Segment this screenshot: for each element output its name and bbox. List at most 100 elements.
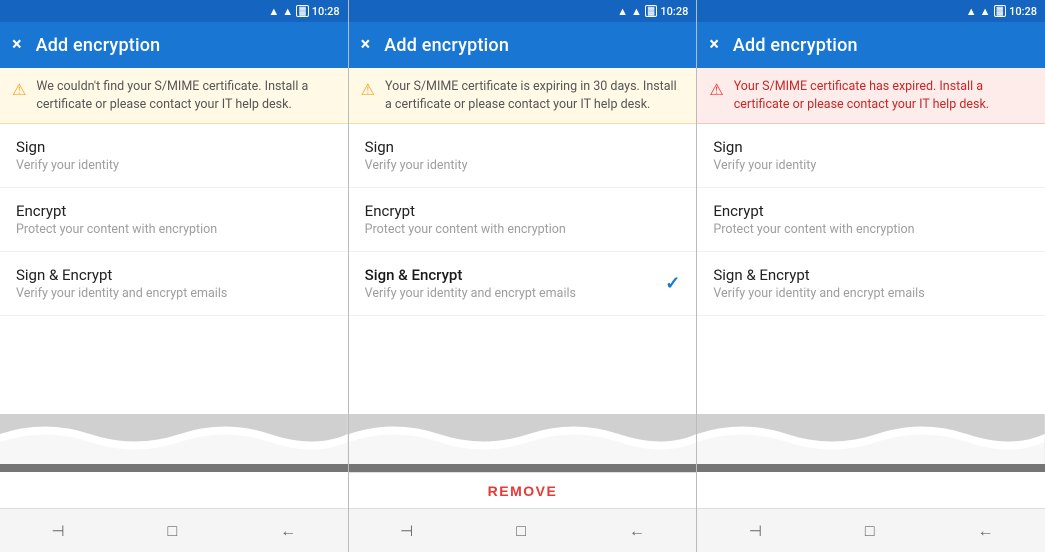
alert-icon: ⚠ (361, 79, 375, 101)
status-time: 10:28 (312, 5, 340, 18)
nav-bar: ⊣ □ ← (697, 508, 1045, 552)
app-bar: × Add encryption (0, 22, 348, 68)
option-content: Sign Verify your identity (16, 138, 119, 173)
status-icons: ▲ ▲ ▓ 10:28 (268, 5, 339, 18)
battery-icon-text: ▓ (994, 5, 1007, 17)
option-subtitle: Verify your identity and encrypt emails (16, 286, 227, 301)
battery-icon-text: ▓ (645, 5, 658, 17)
wave-divider (697, 414, 1045, 464)
wifi-icon: ▲ (966, 5, 977, 18)
wave-divider (0, 414, 348, 464)
recent-apps-icon[interactable]: ⊣ (749, 522, 762, 540)
option-item-2[interactable]: Encrypt Protect your content with encryp… (349, 188, 697, 252)
option-item-1[interactable]: Sign Verify your identity (0, 124, 348, 188)
close-button[interactable]: × (12, 36, 22, 54)
option-subtitle: Verify your identity (713, 158, 816, 173)
option-subtitle: Verify your identity and encrypt emails (713, 286, 924, 301)
status-bar: ▲ ▲ ▓ 10:28 (0, 0, 348, 22)
home-icon[interactable]: □ (865, 521, 875, 541)
alert-banner: ⚠ Your S/MIME certificate has expired. I… (697, 68, 1045, 124)
option-item-3[interactable]: Sign & Encrypt Verify your identity and … (0, 252, 348, 316)
option-title: Encrypt (365, 202, 566, 220)
alert-banner: ⚠ We couldn't find your S/MIME certifica… (0, 68, 348, 124)
battery-icon-text: ▓ (296, 5, 309, 17)
option-title: Sign (16, 138, 119, 156)
gray-strip (697, 464, 1045, 472)
nav-bar: ⊣ □ ← (0, 508, 348, 552)
alert-text: Your S/MIME certificate has expired. Ins… (734, 78, 1033, 113)
option-content: Sign & Encrypt Verify your identity and … (713, 266, 924, 301)
check-icon: ✓ (665, 273, 680, 294)
app-bar-title: Add encryption (36, 35, 161, 56)
option-item-3[interactable]: Sign & Encrypt Verify your identity and … (349, 252, 697, 316)
app-bar-title: Add encryption (733, 35, 858, 56)
option-title: Encrypt (16, 202, 217, 220)
app-bar: × Add encryption (349, 22, 697, 68)
option-item-1[interactable]: Sign Verify your identity (349, 124, 697, 188)
close-button[interactable]: × (361, 36, 371, 54)
alert-text: Your S/MIME certificate is expiring in 3… (385, 78, 684, 113)
option-content: Sign & Encrypt Verify your identity and … (365, 266, 576, 301)
options-list: Sign Verify your identity Encrypt Protec… (697, 124, 1045, 414)
option-item-1[interactable]: Sign Verify your identity (697, 124, 1045, 188)
phone-panel-3: ▲ ▲ ▓ 10:28 × Add encryption ⚠ Your S/MI… (697, 0, 1045, 552)
option-item-2[interactable]: Encrypt Protect your content with encryp… (697, 188, 1045, 252)
option-subtitle: Protect your content with encryption (365, 222, 566, 237)
recent-apps-icon[interactable]: ⊣ (400, 522, 413, 540)
option-item-2[interactable]: Encrypt Protect your content with encryp… (0, 188, 348, 252)
alert-icon: ⚠ (12, 79, 26, 101)
signal-icon: ▲ (980, 5, 991, 18)
option-title: Sign (713, 138, 816, 156)
alert-text: We couldn't find your S/MIME certificate… (36, 78, 335, 113)
alert-icon: ⚠ (709, 79, 723, 101)
signal-icon: ▲ (282, 5, 293, 18)
remove-placeholder (0, 472, 348, 508)
option-content: Encrypt Protect your content with encryp… (16, 202, 217, 237)
alert-banner: ⚠ Your S/MIME certificate is expiring in… (349, 68, 697, 124)
option-subtitle: Verify your identity (16, 158, 119, 173)
status-time: 10:28 (1009, 5, 1037, 18)
remove-area: REMOVE (349, 472, 697, 508)
status-bar: ▲ ▲ ▓ 10:28 (349, 0, 697, 22)
option-content: Sign Verify your identity (365, 138, 468, 173)
options-list: Sign Verify your identity Encrypt Protec… (349, 124, 697, 414)
app-bar: × Add encryption (697, 22, 1045, 68)
option-title: Sign & Encrypt (365, 266, 576, 284)
option-subtitle: Verify your identity and encrypt emails (365, 286, 576, 301)
status-bar: ▲ ▲ ▓ 10:28 (697, 0, 1045, 22)
status-icons: ▲ ▲ ▓ 10:28 (966, 5, 1037, 18)
gray-strip (0, 464, 348, 472)
app-bar-title: Add encryption (384, 35, 509, 56)
signal-icon: ▲ (631, 5, 642, 18)
nav-bar: ⊣ □ ← (349, 508, 697, 552)
back-icon[interactable]: ← (629, 521, 645, 541)
option-title: Encrypt (713, 202, 914, 220)
option-content: Sign Verify your identity (713, 138, 816, 173)
remove-placeholder (697, 472, 1045, 508)
gray-strip (349, 464, 697, 472)
home-icon[interactable]: □ (516, 521, 526, 541)
options-list: Sign Verify your identity Encrypt Protec… (0, 124, 348, 414)
close-button[interactable]: × (709, 36, 719, 54)
phone-panel-2: ▲ ▲ ▓ 10:28 × Add encryption ⚠ Your S/MI… (349, 0, 698, 552)
home-icon[interactable]: □ (168, 521, 178, 541)
status-icons: ▲ ▲ ▓ 10:28 (617, 5, 688, 18)
option-title: Sign & Encrypt (16, 266, 227, 284)
status-time: 10:28 (660, 5, 688, 18)
option-subtitle: Verify your identity (365, 158, 468, 173)
wave-divider (349, 414, 697, 464)
remove-button[interactable]: REMOVE (488, 483, 558, 499)
wifi-icon: ▲ (617, 5, 628, 18)
back-icon[interactable]: ← (280, 521, 296, 541)
option-title: Sign (365, 138, 468, 156)
option-item-3[interactable]: Sign & Encrypt Verify your identity and … (697, 252, 1045, 316)
back-icon[interactable]: ← (978, 521, 994, 541)
option-content: Sign & Encrypt Verify your identity and … (16, 266, 227, 301)
option-content: Encrypt Protect your content with encryp… (713, 202, 914, 237)
option-subtitle: Protect your content with encryption (713, 222, 914, 237)
wifi-icon: ▲ (268, 5, 279, 18)
phone-panel-1: ▲ ▲ ▓ 10:28 × Add encryption ⚠ We couldn… (0, 0, 349, 552)
option-title: Sign & Encrypt (713, 266, 924, 284)
option-content: Encrypt Protect your content with encryp… (365, 202, 566, 237)
recent-apps-icon[interactable]: ⊣ (51, 522, 64, 540)
